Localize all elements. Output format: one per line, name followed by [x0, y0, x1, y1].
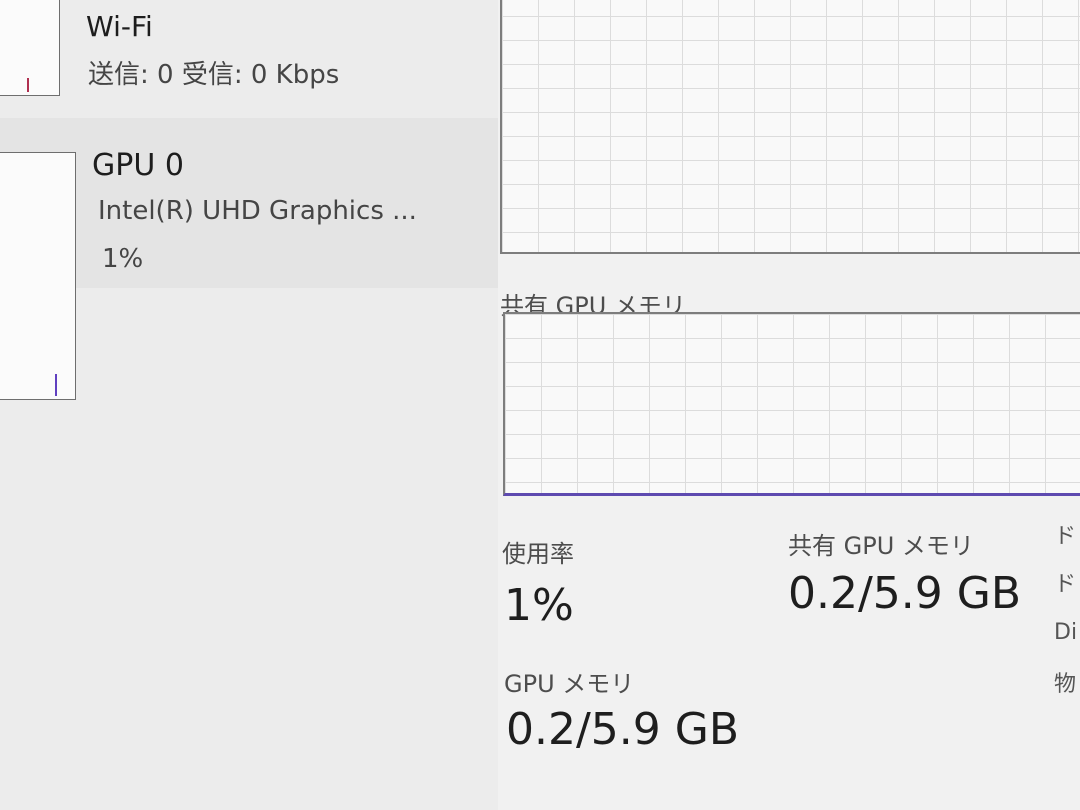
wifi-activity-spike [27, 78, 29, 92]
gpu-utilization-graph [500, 0, 1080, 254]
gpu-model-name: Intel(R) UHD Graphics ... [98, 196, 417, 226]
cutoff-label: Di [1054, 620, 1078, 645]
wifi-throughput: 送信: 0 受信: 0 Kbps [88, 60, 340, 90]
gpu-title: GPU 0 [92, 148, 184, 183]
cutoff-label: 物 [1054, 672, 1077, 697]
wifi-mini-graph [0, 0, 60, 96]
wifi-title: Wi-Fi [86, 10, 153, 43]
shared-gpu-memory-value: 0.2/5.9 GB [788, 568, 1022, 619]
gpu-memory-label: GPU メモリ [504, 670, 635, 698]
cutoff-label: ド [1054, 572, 1077, 597]
sidebar-item-gpu-0[interactable]: GPU 0 Intel(R) UHD Graphics ... 1% [0, 118, 498, 400]
sidebar-item-wifi[interactable]: Wi-Fi 送信: 0 受信: 0 Kbps [0, 0, 498, 118]
usage-value: 1% [504, 580, 574, 631]
usage-label: 使用率 [502, 540, 574, 568]
gpu-memory-value: 0.2/5.9 GB [506, 704, 740, 755]
shared-gpu-memory-label: 共有 GPU メモリ [788, 532, 974, 560]
cutoff-label: ド [1054, 524, 1077, 549]
shared-gpu-memory-graph [503, 312, 1080, 496]
gpu-usage-percent: 1% [102, 244, 144, 274]
gpu-activity-spike [55, 374, 57, 396]
gpu-mini-graph [0, 152, 76, 400]
